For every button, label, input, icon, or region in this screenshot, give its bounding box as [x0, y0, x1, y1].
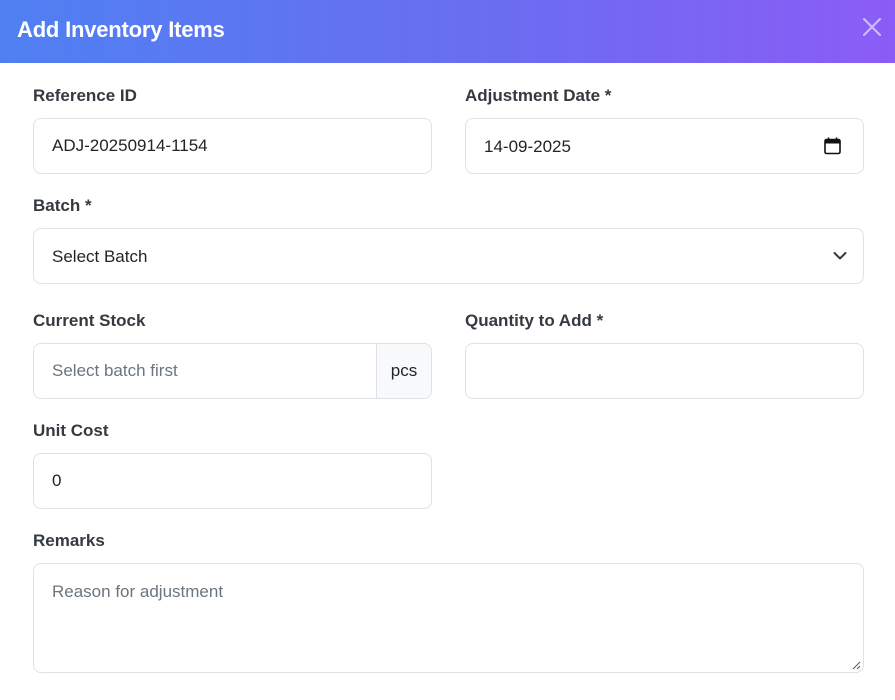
adjustment-date-label: Adjustment Date * — [465, 86, 612, 105]
reference-id-label: Reference ID — [33, 86, 137, 105]
quantity-to-add-label: Quantity to Add * — [465, 311, 604, 330]
modal-header: Add Inventory Items — [0, 0, 895, 63]
close-icon[interactable] — [861, 16, 883, 38]
current-stock-input[interactable] — [34, 344, 377, 398]
current-stock-unit: pcs — [376, 344, 431, 398]
chevron-down-icon — [833, 252, 847, 260]
adjustment-date-input[interactable]: 14-09-2025 — [465, 118, 864, 174]
unit-cost-input[interactable] — [33, 453, 432, 509]
current-stock-group: pcs — [33, 343, 432, 399]
modal-title: Add Inventory Items — [17, 17, 225, 42]
calendar-icon[interactable] — [824, 137, 841, 155]
adjustment-date-value: 14-09-2025 — [484, 137, 571, 156]
batch-select[interactable]: Select Batch — [33, 228, 864, 284]
current-stock-label: Current Stock — [33, 311, 146, 330]
batch-label: Batch * — [33, 196, 92, 215]
batch-selected-value: Select Batch — [52, 247, 148, 266]
reference-id-input[interactable] — [33, 118, 432, 174]
add-inventory-modal: Add Inventory Items Reference ID Adjustm… — [0, 0, 895, 700]
remarks-label: Remarks — [33, 531, 105, 550]
unit-cost-label: Unit Cost — [33, 421, 109, 440]
resize-handle-icon[interactable] — [851, 660, 861, 670]
remarks-textarea[interactable] — [33, 563, 864, 673]
quantity-to-add-input[interactable] — [465, 343, 864, 399]
